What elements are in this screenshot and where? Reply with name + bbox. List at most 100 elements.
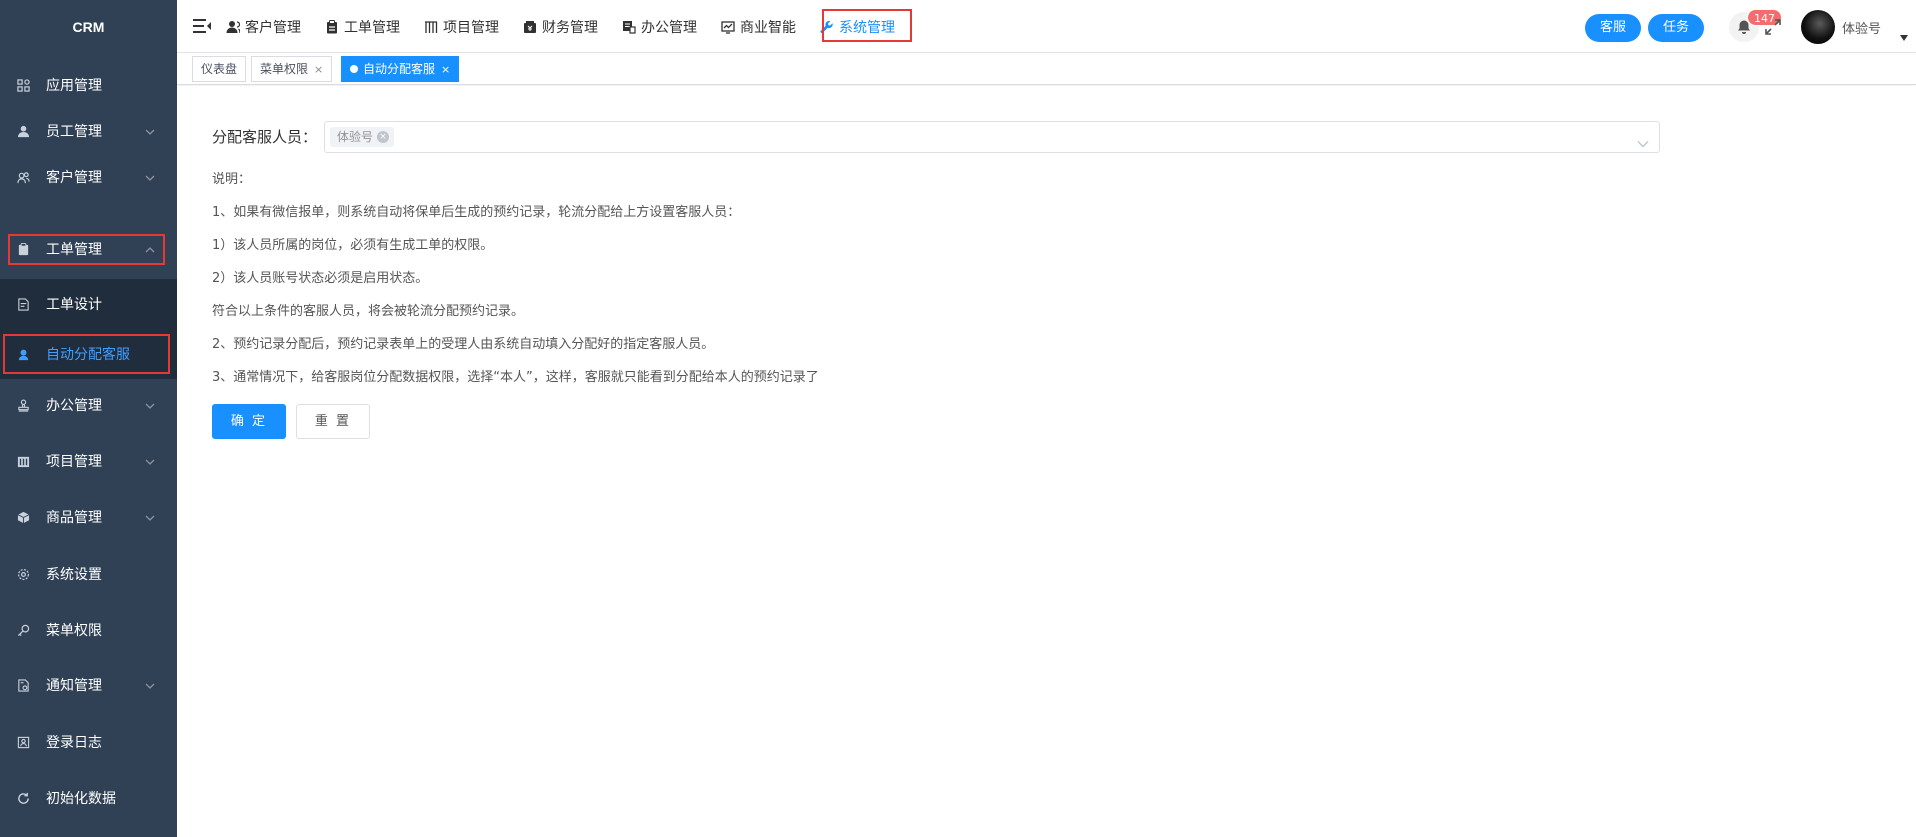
selected-agent-tag: 体验号 ×: [330, 127, 395, 147]
chevron-up-icon: [145, 243, 155, 253]
tag-label: 菜单权限: [260, 62, 309, 76]
description-heading: 说明：: [212, 172, 252, 187]
sidebar-item-label: 初始化数据: [46, 791, 116, 807]
top-menu: 客户管理 工单管理 项目管理 财务管理 办公管理 商业智能 系统管理: [225, 0, 918, 53]
topnav-label: 工单管理: [344, 19, 400, 36]
chevron-down-icon: [145, 171, 155, 181]
sidebar-item-label: 菜单权限: [46, 623, 102, 639]
cube-icon: [16, 510, 30, 524]
task-button[interactable]: 任务: [1648, 14, 1705, 42]
sidebar-subitem-form-design[interactable]: 工单设计: [0, 279, 177, 329]
sidebar-item-label: 客户管理: [46, 170, 102, 186]
apps-grid-icon: [16, 78, 30, 92]
sidebar-item-init-data[interactable]: 初始化数据: [0, 770, 177, 826]
chevron-down-icon: [145, 511, 155, 521]
sidebar-item-office[interactable]: 办公管理: [0, 377, 177, 433]
clipboard-icon: [16, 242, 30, 256]
sidebar-item-products[interactable]: 商品管理: [0, 489, 177, 545]
assign-agents-select[interactable]: 体验号 ×: [324, 121, 1660, 153]
sidebar-item-label: 商品管理: [46, 510, 102, 526]
building-icon: [16, 454, 30, 468]
description-line: 符合以上条件的客服人员，将会被轮流分配预约记录。: [212, 304, 525, 319]
topnav-label: 系统管理: [839, 19, 895, 36]
close-icon[interactable]: ×: [441, 63, 450, 76]
topnav-label: 财务管理: [542, 19, 598, 36]
avatar[interactable]: [1801, 10, 1835, 44]
wrench-icon: [819, 19, 834, 34]
topnav-bi[interactable]: 商业智能: [720, 0, 796, 53]
topnav-finance[interactable]: 财务管理: [522, 0, 598, 53]
chevron-down-icon: [145, 679, 155, 689]
main-content: 分配客服人员： 体验号 × 说明： 1、如果有微信报单，则系统自动将保单后生成的…: [177, 86, 1916, 837]
service-button[interactable]: 客服: [1585, 14, 1642, 42]
notice-icon: [16, 678, 30, 692]
chevron-down-icon[interactable]: [1637, 133, 1649, 148]
sidebar: CRM 应用管理 员工管理 客户管理 工单管理 工单设计 自动分配客服 办公管理…: [0, 0, 177, 837]
selected-agent-name: 体验号: [337, 130, 374, 144]
sidebar-item-label: 办公管理: [46, 398, 102, 414]
topnav-label: 项目管理: [443, 19, 499, 36]
sidebar-item-label: 项目管理: [46, 454, 102, 470]
bi-icon: [720, 19, 735, 34]
refresh-icon: [16, 791, 30, 805]
fullscreen-icon[interactable]: [1760, 14, 1786, 40]
description-line: 1、如果有微信报单，则系统自动将保单后生成的预约记录，轮流分配给上方设置客服人员…: [212, 205, 741, 220]
sidebar-item-settings[interactable]: 系统设置: [0, 546, 177, 602]
sidebar-item-customers[interactable]: 客户管理: [0, 149, 177, 205]
sidebar-subitem-auto-assign[interactable]: 自动分配客服: [0, 329, 177, 379]
chevron-down-icon: [145, 455, 155, 465]
reset-button[interactable]: 重 置: [296, 404, 370, 439]
topnav-system[interactable]: 系统管理: [819, 0, 895, 53]
form-design-icon: [16, 297, 30, 311]
topnav-customers[interactable]: 客户管理: [225, 0, 301, 53]
topnav-projects[interactable]: 项目管理: [423, 0, 499, 53]
customers-icon: [16, 170, 30, 184]
active-dot-icon: [350, 65, 358, 73]
sidebar-item-label: 通知管理: [46, 678, 102, 694]
confirm-button[interactable]: 确 定: [212, 404, 286, 439]
sidebar-item-label: 应用管理: [46, 78, 102, 94]
chevron-down-icon: [145, 125, 155, 135]
tag-auto-assign[interactable]: 自动分配客服 ×: [341, 56, 460, 82]
log-icon: [16, 735, 30, 749]
assign-agents-label: 分配客服人员：: [212, 128, 318, 146]
caret-down-icon[interactable]: [1899, 27, 1909, 41]
sidebar-subitem-label: 工单设计: [46, 297, 102, 313]
tag-dashboard[interactable]: 仪表盘: [192, 56, 247, 82]
clipboard-icon: [324, 19, 339, 34]
hamburger-icon[interactable]: [193, 18, 211, 34]
user-name[interactable]: 体验号: [1842, 18, 1881, 37]
office-icon: [621, 19, 636, 34]
description-line: 2）该人员账号状态必须是启用状态。: [212, 271, 429, 286]
topnav-label: 办公管理: [641, 19, 697, 36]
description-line: 2、预约记录分配后，预约记录表单上的受理人由系统自动填入分配好的指定客服人员。: [212, 337, 715, 352]
tag-label: 仪表盘: [201, 62, 238, 76]
sidebar-item-login-log[interactable]: 登录日志: [0, 714, 177, 770]
sidebar-item-workorders[interactable]: 工单管理: [0, 221, 177, 277]
finance-icon: [522, 19, 537, 34]
navbar-right: 客服 任务 147 体验号: [1576, 0, 1916, 53]
support-agent-icon: [16, 347, 30, 361]
sidebar-item-label: 系统设置: [46, 567, 102, 583]
description-line: 3、通常情况下，给客服岗位分配数据权限，选择“本人”，这样，客服就只能看到分配给…: [212, 370, 819, 385]
sidebar-item-label: 员工管理: [46, 124, 102, 140]
tag-menu-permissions[interactable]: 菜单权限 ×: [251, 56, 333, 82]
tags-view: 仪表盘 菜单权限 × 自动分配客服 ×: [177, 53, 1916, 85]
topnav-workorders[interactable]: 工单管理: [324, 0, 400, 53]
tag-label: 自动分配客服: [363, 62, 436, 76]
sidebar-item-menu-permissions[interactable]: 菜单权限: [0, 602, 177, 658]
topnav-label: 商业智能: [740, 19, 796, 36]
brand-logo: CRM: [72, 19, 105, 35]
sidebar-item-label: 工单管理: [46, 242, 102, 258]
sidebar-item-projects[interactable]: 项目管理: [0, 433, 177, 489]
chevron-down-icon: [145, 399, 155, 409]
topnav-office[interactable]: 办公管理: [621, 0, 697, 53]
sidebar-item-notifications[interactable]: 通知管理: [0, 657, 177, 713]
close-icon[interactable]: ×: [314, 63, 323, 76]
remove-tag-icon[interactable]: ×: [377, 131, 390, 143]
description-line: 1）该人员所属的岗位，必须有生成工单的权限。: [212, 238, 494, 253]
top-navbar: 客户管理 工单管理 项目管理 财务管理 办公管理 商业智能 系统管理 客服 任务…: [177, 0, 1916, 53]
user-icon: [16, 124, 30, 138]
sidebar-item-label: 登录日志: [46, 735, 102, 751]
topnav-label: 客户管理: [245, 19, 301, 36]
